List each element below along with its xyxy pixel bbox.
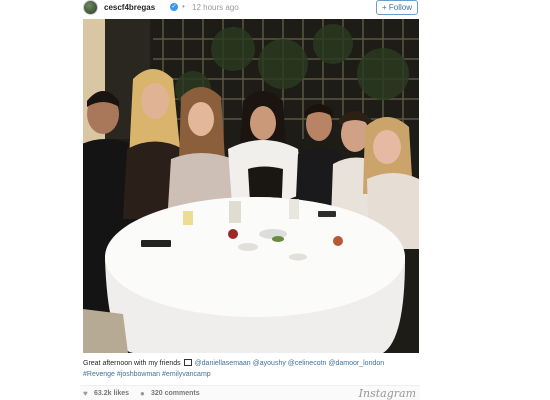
username-link[interactable]: cescf4bregas (104, 3, 155, 12)
comment-icon[interactable]: ● (140, 389, 145, 398)
mention-link[interactable]: @daniellasemaan (195, 360, 251, 367)
separator-dot: • (182, 2, 185, 11)
post-photo[interactable] (83, 19, 419, 353)
emoji-glyph (183, 359, 192, 366)
post-caption: Great afternoon with my friends @daniell… (83, 358, 419, 380)
comments-count[interactable]: 320 comments (151, 390, 200, 397)
mention-link[interactable]: @celinecotn (288, 360, 327, 367)
avatar[interactable] (83, 0, 98, 15)
instagram-logo[interactable]: Instagram (359, 387, 416, 400)
hashtag-link[interactable]: #Revenge (83, 371, 115, 378)
heart-icon[interactable]: ♥ (83, 389, 88, 398)
post-header: cescf4bregas ✓ • 12 hours ago + Follow (80, 0, 420, 18)
follow-button[interactable]: + Follow (376, 0, 418, 15)
hashtag-link[interactable]: #emilyvancamp (162, 371, 211, 378)
mention-link[interactable]: @damoor_london (328, 360, 384, 367)
post-timestamp[interactable]: 12 hours ago (192, 3, 239, 12)
likes-count[interactable]: 63.2k likes (94, 390, 129, 397)
mention-link[interactable]: @ayoushy (253, 360, 286, 367)
caption-text: Great afternoon with my friends (83, 360, 181, 367)
verified-badge-icon: ✓ (170, 3, 178, 11)
instagram-post: cescf4bregas ✓ • 12 hours ago + Follow G… (80, 0, 420, 400)
hashtag-link[interactable]: #joshbowman (117, 371, 160, 378)
post-footer: ♥ 63.2k likes ● 320 comments Instagram (80, 385, 420, 400)
